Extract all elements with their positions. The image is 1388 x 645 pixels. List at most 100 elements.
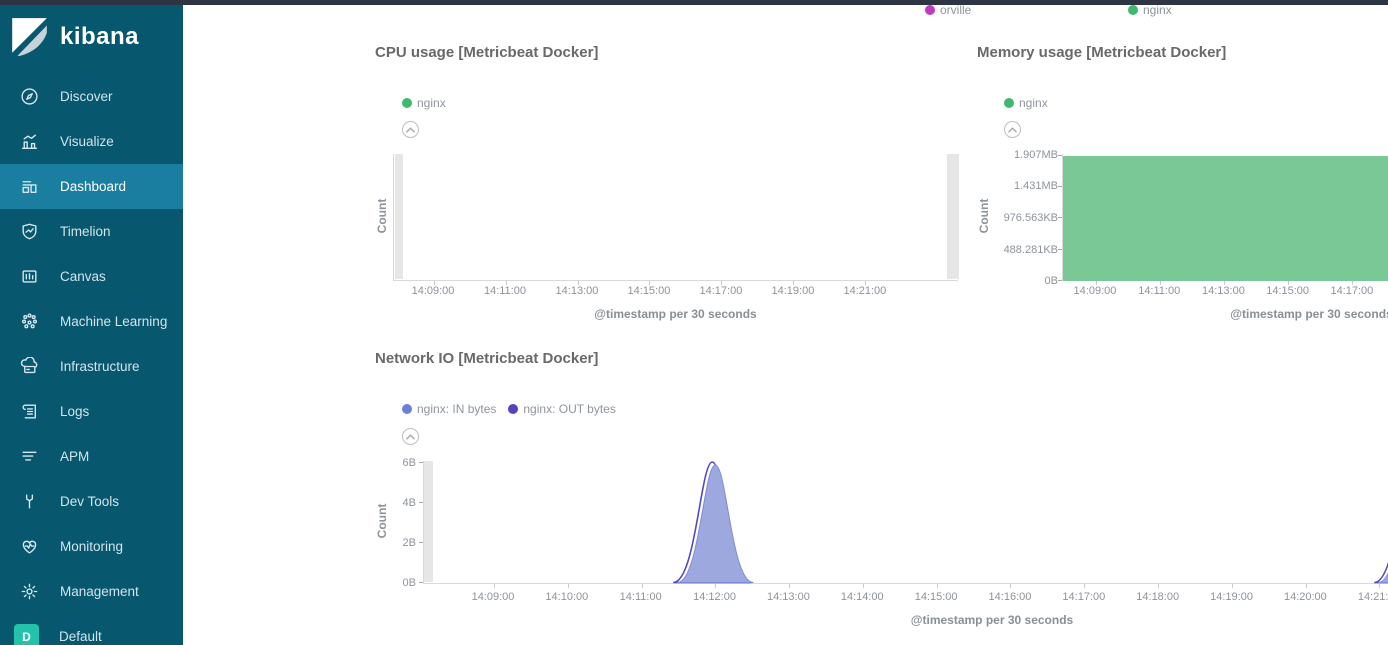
logs-icon bbox=[18, 402, 40, 422]
sidebar-item-timelion[interactable]: Timelion bbox=[0, 209, 183, 254]
legend-color-dot bbox=[402, 98, 412, 108]
partial-bucket-endzone bbox=[424, 461, 433, 582]
sidebar-item-machine-learning[interactable]: Machine Learning bbox=[0, 299, 183, 344]
y-tick-mark bbox=[419, 582, 423, 583]
y-tick-mark bbox=[1058, 249, 1062, 250]
x-tick-label: 14:17:00 bbox=[1062, 591, 1105, 603]
sidebar-item-visualize[interactable]: Visualize bbox=[0, 119, 183, 164]
y-tick-label: 488.281KB bbox=[1004, 244, 1058, 256]
x-tick-label: 14:13:00 bbox=[556, 285, 599, 297]
in-bytes-area bbox=[677, 465, 1388, 583]
y-tick-label: 1.907MB bbox=[1014, 149, 1058, 161]
x-tick-mark bbox=[789, 584, 790, 588]
cpu-legend: nginx bbox=[402, 96, 446, 110]
x-tick-mark bbox=[1232, 584, 1233, 588]
x-tick-label: 14:12:00 bbox=[693, 591, 736, 603]
x-tick-label: 14:18:00 bbox=[1136, 591, 1179, 603]
x-tick-mark bbox=[1010, 584, 1011, 588]
x-tick-label: 14:19:00 bbox=[1210, 591, 1253, 603]
sidebar-item-apm[interactable]: APM bbox=[0, 434, 183, 479]
canvas-icon bbox=[18, 267, 40, 287]
legend-color-dot bbox=[402, 404, 412, 414]
sidebar-item-label: Management bbox=[60, 584, 139, 599]
memory-chart-plot[interactable] bbox=[1062, 154, 1388, 281]
legend-collapse-button[interactable] bbox=[1004, 121, 1021, 138]
sidebar-item-label: Monitoring bbox=[60, 539, 123, 554]
y-tick-label: 4B bbox=[403, 497, 416, 509]
cpu-y-axis-label: Count bbox=[375, 176, 389, 256]
legend-collapse-button[interactable] bbox=[402, 121, 419, 138]
x-tick-label: 14:09:00 bbox=[1074, 285, 1117, 297]
timelion-icon bbox=[18, 222, 40, 242]
kibana-logo[interactable]: kibana bbox=[0, 0, 183, 72]
sidebar-item-logs[interactable]: Logs bbox=[0, 389, 183, 434]
network-x-axis-ticks: 14:09:0014:10:0014:11:0014:12:0014:13:00… bbox=[423, 591, 1388, 605]
sidebar-item-label: Dashboard bbox=[60, 179, 126, 194]
network-chart-plot[interactable] bbox=[423, 461, 1388, 584]
sidebar-item-label: Canvas bbox=[60, 269, 106, 284]
legend-color-dot bbox=[925, 5, 935, 15]
sidebar-item-label: Visualize bbox=[60, 134, 114, 149]
x-tick-label: 14:19:00 bbox=[771, 285, 814, 297]
x-tick-label: 14:11:00 bbox=[1138, 285, 1180, 297]
sidebar-item-discover[interactable]: Discover bbox=[0, 74, 183, 119]
y-tick-label: 0B bbox=[1045, 275, 1058, 287]
sidebar-nav: Discover Visualize Dashboard Timelion Canvas… bbox=[0, 74, 183, 645]
legend-color-dot bbox=[1128, 5, 1138, 15]
visualize-icon bbox=[18, 132, 40, 152]
sidebar-item-label: Dev Tools bbox=[60, 494, 119, 509]
sidebar-item-label: Discover bbox=[60, 89, 113, 104]
x-tick-mark bbox=[863, 584, 864, 588]
partial-bucket-endzone bbox=[395, 154, 403, 279]
memory-usage-panel-title[interactable]: Memory usage [Metricbeat Docker] bbox=[977, 44, 1226, 61]
kibana-logo-icon bbox=[8, 16, 50, 58]
sidebar-item-dashboard[interactable]: Dashboard bbox=[0, 164, 183, 209]
x-tick-mark bbox=[1379, 584, 1380, 588]
cpu-chart-plot[interactable] bbox=[393, 154, 958, 281]
machine-learning-icon bbox=[18, 312, 40, 332]
sidebar-item-dev-tools[interactable]: Dev Tools bbox=[0, 479, 183, 524]
memory-x-axis-ticks: 14:09:0014:11:0014:13:0014:15:0014:17:00… bbox=[1062, 285, 1388, 299]
x-tick-label: 14:20:00 bbox=[1284, 591, 1327, 603]
legend-item-nginx[interactable]: nginx bbox=[1128, 3, 1172, 17]
memory-legend: nginx bbox=[1004, 96, 1048, 110]
x-tick-label: 14:13:00 bbox=[1202, 285, 1245, 297]
network-io-panel-title[interactable]: Network IO [Metricbeat Docker] bbox=[375, 350, 598, 367]
monitoring-icon bbox=[18, 537, 40, 557]
x-tick-mark bbox=[1158, 584, 1159, 588]
legend-item-nginx-out-bytes[interactable]: nginx: OUT bytes bbox=[508, 402, 615, 416]
sidebar-item-label: Timelion bbox=[60, 224, 111, 239]
x-tick-label: 14:15:00 bbox=[1266, 285, 1309, 297]
x-tick-label: 14:13:00 bbox=[767, 591, 810, 603]
sidebar-item-label: Default bbox=[59, 629, 102, 644]
sidebar-item-monitoring[interactable]: Monitoring bbox=[0, 524, 183, 569]
sidebar: kibana Discover Visualize Dashboard Timelio… bbox=[0, 0, 183, 645]
memory-area-series-nginx bbox=[1063, 156, 1388, 281]
cpu-x-axis-ticks: 14:09:0014:11:0014:13:0014:15:0014:17:00… bbox=[393, 285, 958, 299]
network-y-axis-ticks: 6B4B2B0B bbox=[336, 461, 416, 584]
legend-color-dot bbox=[1004, 98, 1014, 108]
legend-item-nginx[interactable]: nginx bbox=[1004, 96, 1048, 110]
legend-item-nginx[interactable]: nginx bbox=[402, 96, 446, 110]
sidebar-item-default[interactable]: DDefault bbox=[0, 614, 183, 645]
network-legend: nginx: IN bytes nginx: OUT bytes bbox=[402, 402, 616, 416]
legend-color-dot bbox=[508, 404, 518, 414]
cpu-usage-panel-title[interactable]: CPU usage [Metricbeat Docker] bbox=[375, 44, 598, 61]
x-tick-mark bbox=[715, 584, 716, 588]
x-tick-label: 14:14:00 bbox=[841, 591, 884, 603]
sidebar-item-management[interactable]: Management bbox=[0, 569, 183, 614]
x-tick-label: 14:10:00 bbox=[545, 591, 588, 603]
legend-collapse-button[interactable] bbox=[402, 428, 419, 445]
y-tick-mark bbox=[419, 462, 423, 463]
dashboard-icon bbox=[18, 177, 40, 197]
y-tick-label: 1.431MB bbox=[1014, 180, 1058, 192]
legend-item-nginx-in-bytes[interactable]: nginx: IN bytes bbox=[402, 402, 496, 416]
network-x-axis-title: @timestamp per 30 seconds bbox=[423, 613, 1388, 627]
y-tick-label: 976.563KB bbox=[1004, 212, 1058, 224]
y-tick-mark bbox=[419, 502, 423, 503]
sidebar-item-label: Logs bbox=[60, 404, 89, 419]
legend-item-orville[interactable]: orville bbox=[925, 3, 971, 17]
sidebar-item-infrastructure[interactable]: Infrastructure bbox=[0, 344, 183, 389]
y-tick-mark bbox=[1058, 280, 1062, 281]
sidebar-item-canvas[interactable]: Canvas bbox=[0, 254, 183, 299]
